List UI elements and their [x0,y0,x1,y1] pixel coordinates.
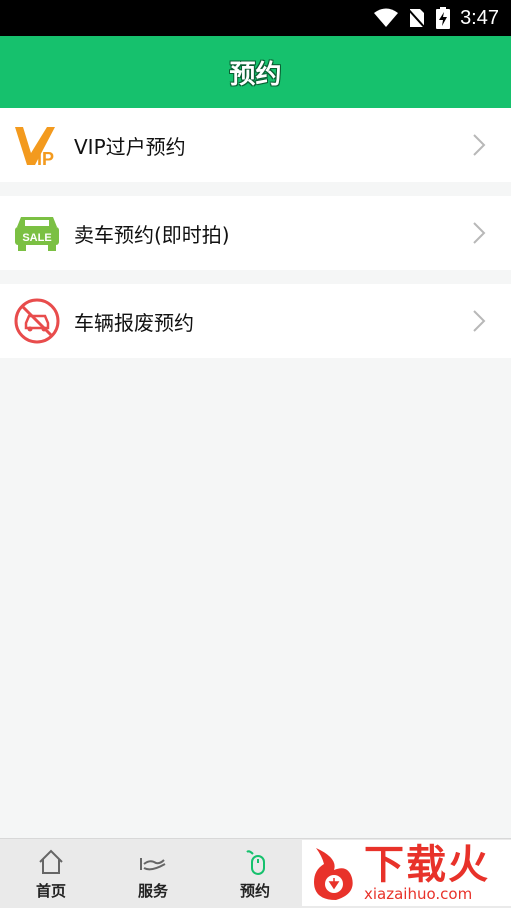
car-scrap-icon [12,296,62,346]
chevron-right-icon [473,134,486,156]
vip-icon: IP [12,120,62,170]
tab-home[interactable]: 首页 [0,839,102,908]
sale-car-icon: SALE [12,208,62,258]
tab-service[interactable]: 服务 [102,839,204,908]
page-title: 预约 [229,59,282,90]
chevron-right-icon [473,310,486,332]
flame-logo-icon [314,848,353,900]
mouse-icon [246,849,265,875]
no-sim-icon [408,8,427,29]
svg-text:IP: IP [37,149,54,167]
list-item-sell-car[interactable]: SALE 卖车预约(即时拍) [0,196,511,270]
list-item-label: 车辆报废预约 [74,310,194,335]
list-item-label: 卖车预约(即时拍) [74,222,230,247]
status-time: 3:47 [460,6,499,29]
battery-charging-icon [436,7,451,29]
tab-label: 服务 [137,881,168,900]
list-item-label: VIP过户预约 [74,134,186,159]
home-icon [39,849,63,874]
list-item-car-scrap[interactable]: 车辆报废预约 [0,284,511,358]
appointment-list: IP VIP过户预约 SALE 卖车预约(即时拍) 车辆报废预约 [0,108,511,372]
hand-service-icon [140,857,166,870]
chevron-right-icon [473,222,486,244]
svg-text:SALE: SALE [22,232,51,244]
tab-label: 首页 [35,881,66,900]
watermark-logo: 下载火 xiazaihuo.com [302,840,511,906]
wifi-icon [374,8,399,27]
status-icons: 3:47 [374,6,499,30]
watermark-en: xiazaihuo.com [364,885,473,903]
tab-label: 预约 [239,881,270,900]
tab-appointment[interactable]: 预约 [204,839,306,908]
list-item-vip-transfer[interactable]: IP VIP过户预约 [0,108,511,182]
title-bar: 预约 [0,36,511,108]
status-bar: 3:47 [0,0,511,36]
watermark-cn: 下载火 [364,842,490,888]
